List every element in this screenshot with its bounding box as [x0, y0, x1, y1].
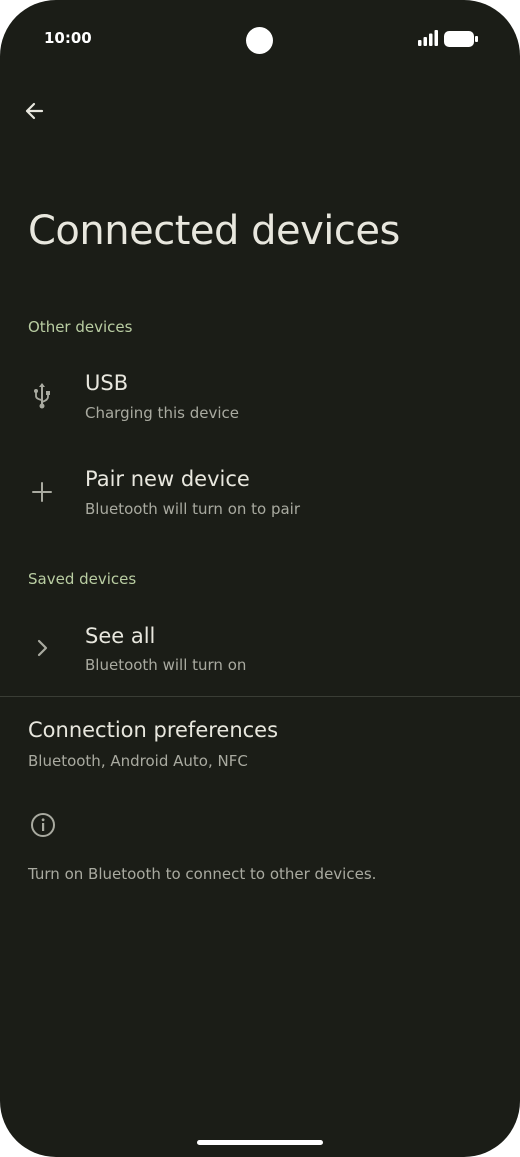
camera-cutout: [246, 27, 273, 54]
section-header-other-devices: Other devices: [28, 318, 133, 336]
usb-icon: [26, 380, 58, 412]
connection-preferences-title: Connection preferences: [28, 718, 279, 742]
connection-preferences-subtitle: Bluetooth, Android Auto, NFC: [28, 752, 248, 770]
usb-title: USB: [85, 371, 129, 395]
plus-icon: [26, 476, 58, 508]
footer-info-text: Turn on Bluetooth to connect to other de…: [28, 865, 377, 883]
page-title: Connected devices: [28, 208, 400, 254]
see-all-subtitle: Bluetooth will turn on: [85, 656, 247, 674]
home-gesture-bar[interactable]: [197, 1140, 323, 1145]
see-all-title: See all: [85, 624, 156, 648]
pair-new-device-subtitle: Bluetooth will turn on to pair: [85, 500, 301, 518]
see-all-row[interactable]: See all Bluetooth will turn on: [0, 611, 520, 695]
pair-new-device-title: Pair new device: [85, 467, 250, 491]
divider: [0, 696, 520, 697]
signal-icon: [418, 30, 438, 46]
usb-row[interactable]: USB Charging this device: [0, 358, 520, 442]
battery-icon: [444, 31, 478, 47]
usb-subtitle: Charging this device: [85, 404, 239, 422]
status-time: 10:00: [44, 29, 92, 47]
back-button[interactable]: [18, 95, 50, 127]
phone-screen: 10:00 Connected devices Other devices US…: [0, 0, 520, 1157]
arrow-left-icon: [25, 102, 44, 120]
chevron-right-icon: [26, 632, 58, 664]
info-icon: [31, 813, 55, 837]
section-header-saved-devices: Saved devices: [28, 570, 137, 588]
pair-new-device-row[interactable]: Pair new device Bluetooth will turn on t…: [0, 454, 520, 538]
